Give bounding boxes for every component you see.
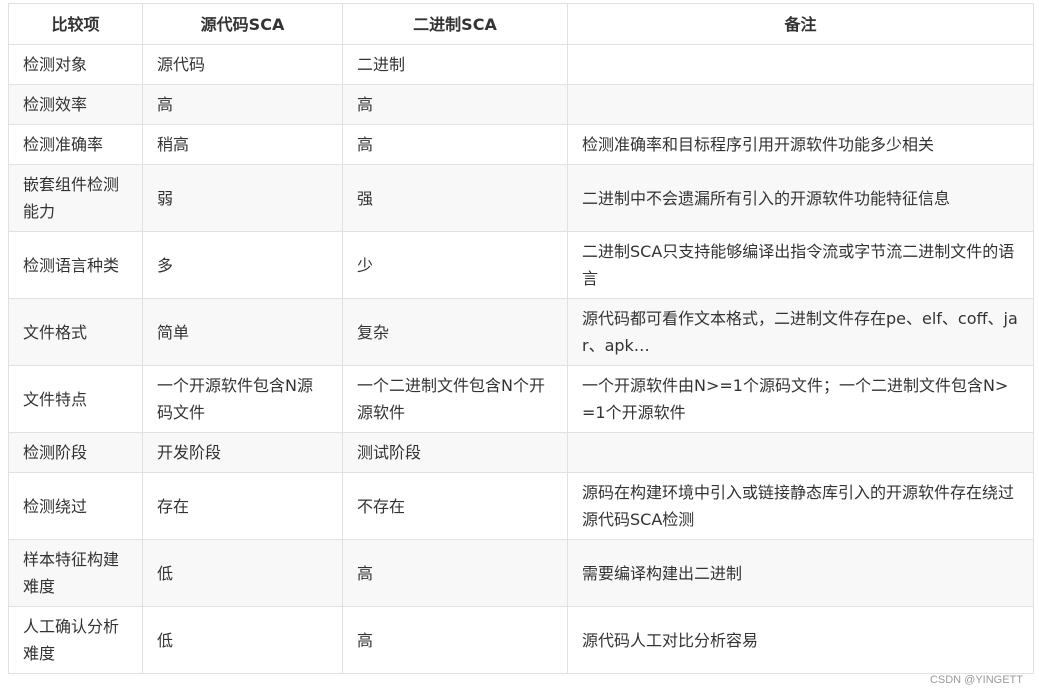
row-notes: 二进制SCA只支持能够编译出指令流或字节流二进制文件的语言: [567, 231, 1034, 299]
row-item: 文件格式: [8, 298, 143, 366]
row-item: 检测效率: [8, 84, 143, 125]
row-notes: 需要编译构建出二进制: [567, 539, 1034, 607]
row-source-sca: 一个开源软件包含N源码文件: [142, 365, 343, 433]
table-row: 检测对象 源代码 二进制: [8, 44, 1034, 85]
table-row: 人工确认分析难度 低 高 源代码人工对比分析容易: [8, 606, 1034, 674]
table-row: 文件特点 一个开源软件包含N源码文件 一个二进制文件包含N个开源软件 一个开源软…: [8, 365, 1034, 433]
row-notes: [567, 44, 1034, 85]
header-binary-sca: 二进制SCA: [342, 3, 568, 45]
row-source-sca: 低: [142, 539, 343, 607]
row-binary-sca: 高: [342, 124, 568, 165]
row-binary-sca: 少: [342, 231, 568, 299]
row-source-sca: 存在: [142, 472, 343, 540]
row-notes: 源代码人工对比分析容易: [567, 606, 1034, 674]
row-item: 检测语言种类: [8, 231, 143, 299]
row-item: 嵌套组件检测能力: [8, 164, 143, 232]
row-binary-sca: 高: [342, 84, 568, 125]
row-binary-sca: 不存在: [342, 472, 568, 540]
row-source-sca: 开发阶段: [142, 432, 343, 473]
row-notes: 二进制中不会遗漏所有引入的开源软件功能特征信息: [567, 164, 1034, 232]
table-row: 检测阶段 开发阶段 测试阶段: [8, 432, 1034, 473]
row-notes: 源代码都可看作文本格式，二进制文件存在pe、elf、coff、jar、apk…: [567, 298, 1034, 366]
row-binary-sca: 强: [342, 164, 568, 232]
table-row: 检测准确率 稍高 高 检测准确率和目标程序引用开源软件功能多少相关: [8, 124, 1034, 165]
header-row: 比较项 源代码SCA 二进制SCA 备注: [8, 3, 1034, 45]
table-row: 检测语言种类 多 少 二进制SCA只支持能够编译出指令流或字节流二进制文件的语言: [8, 231, 1034, 299]
table-header: 比较项 源代码SCA 二进制SCA 备注: [8, 3, 1034, 45]
table-row: 样本特征构建难度 低 高 需要编译构建出二进制: [8, 539, 1034, 607]
row-notes: [567, 432, 1034, 473]
table-body: 检测对象 源代码 二进制 检测效率 高 高 检测准确率 稍高 高 检测准确率和目…: [8, 44, 1034, 674]
row-notes: 源码在构建环境中引入或链接静态库引入的开源软件存在绕过源代码SCA检测: [567, 472, 1034, 540]
table-row: 检测效率 高 高: [8, 84, 1034, 125]
row-source-sca: 弱: [142, 164, 343, 232]
row-source-sca: 低: [142, 606, 343, 674]
row-source-sca: 简单: [142, 298, 343, 366]
row-source-sca: 高: [142, 84, 343, 125]
row-source-sca: 多: [142, 231, 343, 299]
row-binary-sca: 一个二进制文件包含N个开源软件: [342, 365, 568, 433]
row-notes: [567, 84, 1034, 125]
row-binary-sca: 高: [342, 539, 568, 607]
row-notes: 检测准确率和目标程序引用开源软件功能多少相关: [567, 124, 1034, 165]
row-binary-sca: 测试阶段: [342, 432, 568, 473]
row-item: 检测阶段: [8, 432, 143, 473]
row-item: 文件特点: [8, 365, 143, 433]
row-item: 样本特征构建难度: [8, 539, 143, 607]
row-item: 检测准确率: [8, 124, 143, 165]
row-item: 检测绕过: [8, 472, 143, 540]
row-source-sca: 稍高: [142, 124, 343, 165]
table-row: 检测绕过 存在 不存在 源码在构建环境中引入或链接静态库引入的开源软件存在绕过源…: [8, 472, 1034, 540]
row-item: 人工确认分析难度: [8, 606, 143, 674]
row-notes: 一个开源软件由N>=1个源码文件；一个二进制文件包含N>=1个开源软件: [567, 365, 1034, 433]
watermark: CSDN @YINGETT: [927, 674, 1025, 686]
table-row: 文件格式 简单 复杂 源代码都可看作文本格式，二进制文件存在pe、elf、cof…: [8, 298, 1034, 366]
row-binary-sca: 复杂: [342, 298, 568, 366]
header-source-sca: 源代码SCA: [142, 3, 343, 45]
row-binary-sca: 二进制: [342, 44, 568, 85]
row-item: 检测对象: [8, 44, 143, 85]
header-notes: 备注: [567, 3, 1034, 45]
comparison-table: 比较项 源代码SCA 二进制SCA 备注 检测对象 源代码 二进制 检测效率 高…: [8, 3, 1034, 674]
row-binary-sca: 高: [342, 606, 568, 674]
row-source-sca: 源代码: [142, 44, 343, 85]
table-row: 嵌套组件检测能力 弱 强 二进制中不会遗漏所有引入的开源软件功能特征信息: [8, 164, 1034, 232]
header-item: 比较项: [8, 3, 143, 45]
